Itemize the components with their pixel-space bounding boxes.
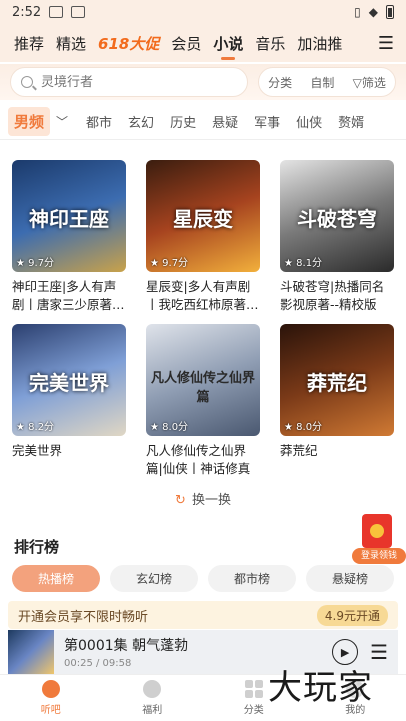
category-tab[interactable]: 赘婿: [330, 112, 372, 131]
book-grid: 神印王座 ★ 9.7分 神印王座|多人有声剧丨唐家三少原著… 星辰变 ★ 9.7…: [12, 160, 394, 478]
option-filter[interactable]: ▽筛选: [353, 74, 386, 91]
rating-value: 8.1分: [296, 258, 323, 269]
search-options: 分类 自制 ▽筛选: [258, 67, 396, 97]
vibrate-icon: ▯: [354, 5, 361, 19]
rank-tab-urban[interactable]: 都市榜: [208, 565, 296, 592]
wifi-icon: ◆: [368, 5, 378, 19]
category-icon: [244, 680, 263, 698]
option-original[interactable]: 自制: [310, 74, 334, 91]
player-episode-title: 第0001集 朝气蓬勃: [64, 638, 189, 654]
rank-tab-fantasy[interactable]: 玄幻榜: [110, 565, 198, 592]
tab-vip[interactable]: 会员: [165, 33, 207, 54]
search-input[interactable]: [41, 74, 221, 90]
book-card[interactable]: 神印王座 ★ 9.7分 神印王座|多人有声剧丨唐家三少原著…: [12, 160, 126, 314]
book-card[interactable]: 凡人修仙传之仙界篇 ★ 8.0分 凡人修仙传之仙界篇|仙侠丨神话修真: [146, 324, 260, 478]
listen-icon: [41, 680, 60, 698]
cover-title: 完美世界: [29, 370, 109, 395]
category-tab[interactable]: 都市: [78, 112, 120, 131]
book-cover: 神印王座 ★ 9.7分: [12, 160, 126, 272]
book-title: 莽荒纪: [280, 443, 318, 458]
cover-title: 斗破苍穹: [297, 206, 377, 231]
nav-label: 福利: [142, 705, 163, 716]
vip-promo-bar: 开通会员享不限时畅听 4.9元开通: [8, 601, 398, 629]
book-title: 星辰变|多人有声剧丨我吃西红柿原著…: [146, 279, 259, 312]
nav-label: 分类: [243, 705, 264, 716]
login-gift-button[interactable]: 登录领钱: [352, 512, 406, 566]
rating-value: 9.7分: [28, 258, 55, 269]
nav-welfare[interactable]: 福利: [102, 675, 204, 721]
option-category[interactable]: 分类: [268, 74, 292, 91]
ranking-title: 排行榜: [14, 538, 60, 556]
cover-title: 星辰变: [173, 206, 233, 231]
notification-icon: [71, 6, 86, 18]
category-tab[interactable]: 仙侠: [288, 112, 330, 131]
book-rating: ★ 9.7分: [16, 258, 55, 269]
vip-promo-text: 开通会员享不限时畅听: [18, 609, 149, 625]
search-icon: [21, 76, 33, 88]
book-rating: ★ 8.2分: [16, 422, 55, 433]
book-rating: ★ 9.7分: [150, 258, 189, 269]
search-box[interactable]: [10, 67, 248, 97]
book-card[interactable]: 莽荒纪 ★ 8.0分 莽荒纪: [280, 324, 394, 478]
tab-novel[interactable]: 小说: [207, 33, 249, 54]
tab-featured[interactable]: 精选: [50, 33, 92, 54]
top-nav: 推荐 精选 618大促 会员 小说 音乐 加油推 ☰: [0, 24, 406, 62]
cover-title: 凡人修仙传之仙界篇: [150, 370, 255, 405]
watermark: 大玩家: [268, 668, 373, 708]
rank-tab-hot[interactable]: 热播榜: [12, 565, 100, 592]
rating-value: 9.7分: [162, 258, 189, 269]
book-rating: ★ 8.0分: [150, 422, 189, 433]
book-rating: ★ 8.0分: [284, 422, 323, 433]
rating-value: 8.0分: [296, 422, 323, 433]
rating-value: 8.2分: [28, 422, 55, 433]
book-title: 斗破苍穹|热播同名影视原著--精校版: [280, 279, 385, 312]
category-tab[interactable]: 悬疑: [204, 112, 246, 131]
player-thumbnail: [8, 630, 54, 674]
nav-listen[interactable]: 听吧: [0, 675, 102, 721]
book-title: 凡人修仙传之仙界篇|仙侠丨神话修真: [146, 443, 251, 476]
chevron-down-icon[interactable]: ﹀: [56, 113, 68, 130]
gift-label: 登录领钱: [352, 548, 406, 564]
book-cover: 完美世界 ★ 8.2分: [12, 324, 126, 436]
book-cover: 星辰变 ★ 9.7分: [146, 160, 260, 272]
book-card[interactable]: 斗破苍穹 ★ 8.1分 斗破苍穹|热播同名影视原著--精校版: [280, 160, 394, 314]
welfare-icon: [143, 680, 162, 698]
tab-boost[interactable]: 加油推: [291, 33, 348, 54]
search-row: 分类 自制 ▽筛选: [0, 64, 406, 100]
ranking-tabs: 热播榜 玄幻榜 都市榜 悬疑榜: [12, 565, 394, 592]
category-tab[interactable]: 玄幻: [120, 112, 162, 131]
category-tab[interactable]: 历史: [162, 112, 204, 131]
notification-icon: [49, 6, 64, 18]
cover-title: 神印王座: [29, 206, 109, 231]
nav-label: 听吧: [40, 705, 61, 716]
tab-recommend[interactable]: 推荐: [8, 33, 50, 54]
cover-title: 莽荒纪: [307, 370, 367, 395]
option-filter-label: 筛选: [361, 75, 386, 90]
refresh-button[interactable]: ↻ 换一换: [0, 489, 406, 508]
book-title: 完美世界: [12, 443, 63, 458]
category-tabs: 男频 ﹀ 都市 玄幻 历史 悬疑 军事 仙侠 赘婿: [0, 104, 406, 140]
category-tab[interactable]: 军事: [246, 112, 288, 131]
battery-icon: [386, 5, 394, 19]
tab-music[interactable]: 音乐: [249, 33, 291, 54]
menu-icon[interactable]: ☰: [374, 33, 398, 54]
gender-selector[interactable]: 男频: [8, 107, 51, 136]
book-card[interactable]: 完美世界 ★ 8.2分 完美世界: [12, 324, 126, 478]
coin-icon: [370, 524, 384, 538]
status-time: 2:52: [12, 4, 42, 20]
book-cover: 莽荒纪 ★ 8.0分: [280, 324, 394, 436]
book-rating: ★ 8.1分: [284, 258, 323, 269]
rank-tab-suspense[interactable]: 悬疑榜: [306, 565, 394, 592]
refresh-icon: ↻: [175, 493, 186, 508]
tab-promo[interactable]: 618大促: [92, 33, 165, 54]
rating-value: 8.0分: [162, 422, 189, 433]
refresh-label: 换一换: [191, 493, 231, 508]
vip-open-button[interactable]: 4.9元开通: [316, 604, 388, 626]
book-card[interactable]: 星辰变 ★ 9.7分 星辰变|多人有声剧丨我吃西红柿原著…: [146, 160, 260, 314]
book-cover: 斗破苍穹 ★ 8.1分: [280, 160, 394, 272]
status-bar: 2:52 ▯ ◆: [0, 0, 406, 24]
filter-icon: ▽: [352, 75, 362, 90]
book-cover: 凡人修仙传之仙界篇 ★ 8.0分: [146, 324, 260, 436]
book-title: 神印王座|多人有声剧丨唐家三少原著…: [12, 279, 125, 312]
